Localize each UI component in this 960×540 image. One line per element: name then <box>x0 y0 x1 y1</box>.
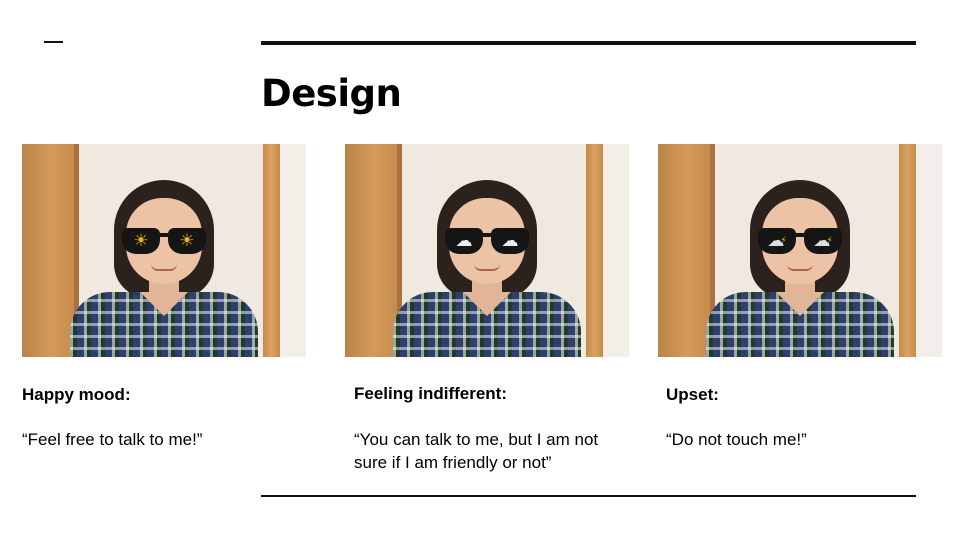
photo-happy: ☀ ☀ <box>22 144 306 357</box>
bottom-divider <box>261 495 916 497</box>
photo-indifferent: ☁ ☁ <box>345 144 629 357</box>
sun-icon: ☀ <box>133 230 149 251</box>
led-glasses: ☁ ☁ <box>445 228 529 254</box>
mood-quote: “Feel free to talk to me!” <box>22 430 203 449</box>
top-divider <box>261 41 916 45</box>
led-glasses: ☀ ☀ <box>122 228 206 254</box>
slide-title: Design <box>261 72 402 115</box>
mood-quote: “Do not touch me!” <box>666 430 807 449</box>
mood-label: Happy mood: <box>22 385 131 404</box>
cloud-icon: ☁ <box>455 230 473 251</box>
cloud-icon: ☁ <box>501 230 519 251</box>
mood-quote: “You can talk to me, but I am not sure i… <box>354 430 599 472</box>
lightning-icon: ⚡ <box>826 235 833 246</box>
sun-icon: ☀ <box>179 230 195 251</box>
mood-panel-upset: ☁ ⚡ ☁ ⚡ Upset: “Do not touch me!” <box>658 144 942 449</box>
slide-dash-decoration <box>44 41 63 43</box>
lightning-icon: ⚡ <box>780 235 787 246</box>
mood-label: Feeling indifferent: <box>354 384 507 403</box>
mood-label: Upset: <box>666 385 719 404</box>
mood-panel-happy: ☀ ☀ Happy mood: “Feel free to talk to me… <box>22 144 306 449</box>
led-glasses: ☁ ⚡ ☁ ⚡ <box>758 228 842 254</box>
photo-upset: ☁ ⚡ ☁ ⚡ <box>658 144 942 357</box>
mood-panel-indifferent: ☁ ☁ Feeling indifferent: “You can talk t… <box>345 144 629 472</box>
